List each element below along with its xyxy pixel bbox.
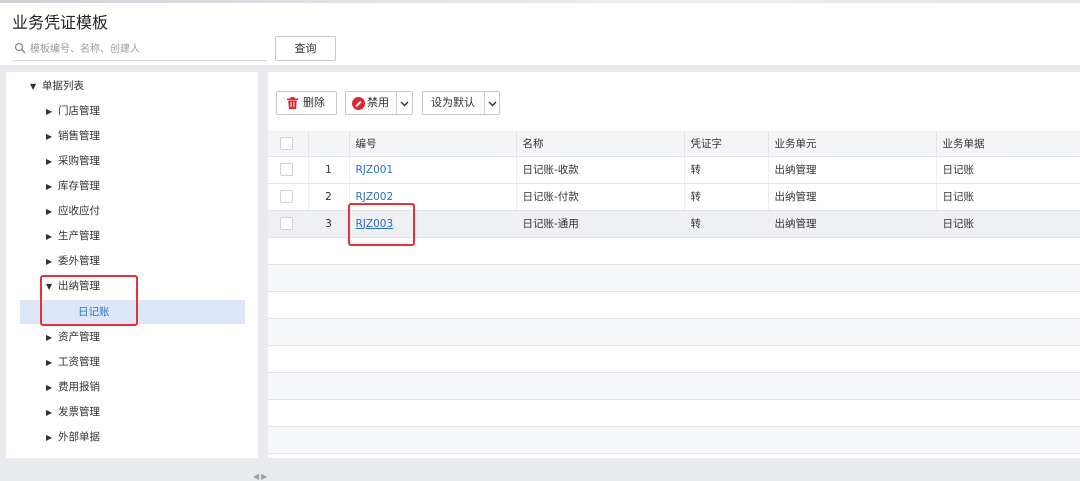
query-button[interactable]: 查询 (275, 36, 336, 61)
voucher-word: 转 (684, 210, 769, 238)
search-icon (14, 42, 26, 54)
row-checkbox[interactable] (280, 163, 293, 176)
empty-row (268, 264, 1080, 292)
select-all-cell[interactable] (268, 131, 309, 157)
tree-item-purchase[interactable]: ▶ 采购管理 (46, 151, 100, 171)
template-name: 日记账-收款 (516, 156, 685, 184)
collapsed-arrow-icon: ▶ (46, 232, 53, 241)
search-box[interactable] (12, 39, 267, 61)
template-code-link[interactable]: RJZ001 (356, 164, 394, 176)
select-all-checkbox[interactable] (280, 136, 293, 150)
template-table: 编号 名称 凭证字 业务单元 业务单据 1 RJZ001 日记账-收款 转 出纳… (268, 131, 1080, 454)
search-input[interactable] (30, 41, 265, 58)
tree-item-receivable[interactable]: ▶ 应收应付 (46, 201, 100, 221)
splitter-arrows-icon[interactable]: ◀▶ (253, 472, 269, 481)
column-header[interactable]: 业务单元 (768, 131, 937, 157)
ban-icon (352, 97, 365, 110)
highlight-box-code (348, 203, 415, 246)
empty-row (268, 318, 1080, 346)
business-doc: 日记账 (936, 183, 1080, 211)
template-code-link[interactable]: RJZ002 (356, 191, 394, 203)
chevron-down-icon[interactable] (400, 99, 409, 108)
main-panel: 删除 禁用 设为默认 编号 名称 凭证字 业务单元 业务单据 1 RJZ001 … (268, 72, 1080, 458)
column-header[interactable]: 凭证字 (684, 131, 769, 157)
collapsed-arrow-icon: ▶ (46, 333, 53, 342)
collapsed-arrow-icon: ▶ (46, 132, 53, 141)
business-doc: 日记账 (936, 210, 1080, 238)
column-header[interactable]: 业务单据 (936, 131, 1080, 157)
empty-row (268, 372, 1080, 400)
collapsed-arrow-icon: ▶ (46, 433, 53, 442)
set-default-button[interactable]: 设为默认 (422, 91, 500, 115)
template-name: 日记账-付款 (516, 183, 685, 211)
row-index: 2 (308, 183, 350, 211)
collapsed-arrow-icon: ▶ (46, 383, 53, 392)
row-checkbox[interactable] (280, 190, 293, 203)
table-row[interactable]: 1 RJZ001 日记账-收款 转 出纳管理 日记账 (268, 156, 1080, 184)
tree-item-production[interactable]: ▶ 生产管理 (46, 226, 100, 246)
delete-button[interactable]: 删除 (276, 91, 337, 115)
column-header[interactable]: 编号 (349, 131, 517, 157)
trash-icon (287, 97, 298, 109)
collapsed-arrow-icon: ▶ (46, 182, 53, 191)
empty-row (268, 426, 1080, 454)
tree-item-external[interactable]: ▶ 外部单据 (46, 427, 100, 447)
business-unit: 出纳管理 (768, 210, 937, 238)
tree-item-expense[interactable]: ▶ 费用报销 (46, 377, 100, 397)
collapsed-arrow-icon: ▶ (46, 207, 53, 216)
template-name: 日记账-通用 (516, 210, 685, 238)
row-checkbox[interactable] (280, 217, 293, 230)
business-unit: 出纳管理 (768, 156, 937, 184)
disable-button[interactable]: 禁用 (345, 91, 413, 115)
tree-item-outsourcing[interactable]: ▶ 委外管理 (46, 251, 100, 271)
page-title: 业务凭证模板 (12, 13, 109, 32)
collapsed-arrow-icon: ▶ (46, 107, 53, 116)
collapsed-arrow-icon: ▶ (46, 157, 53, 166)
tree-root[interactable]: ▼ 单据列表 (30, 76, 84, 96)
row-index: 3 (308, 210, 350, 238)
column-header[interactable]: 名称 (516, 131, 685, 157)
table-header-row: 编号 名称 凭证字 业务单元 业务单据 (268, 131, 1080, 157)
document-tree: ▼ 单据列表 ▶ 门店管理 ▶ 销售管理 ▶ 采购管理 ▶ 库存管理 ▶ 应收应付 ▶ 生产管… (6, 72, 267, 481)
empty-row (268, 345, 1080, 373)
empty-row (268, 291, 1080, 319)
row-index: 1 (308, 156, 350, 184)
tree-item-inventory[interactable]: ▶ 库存管理 (46, 176, 100, 196)
tree-item-assets[interactable]: ▶ 资产管理 (46, 327, 100, 347)
tree-item-payroll[interactable]: ▶ 工资管理 (46, 352, 100, 372)
collapsed-arrow-icon: ▶ (46, 358, 53, 367)
voucher-word: 转 (684, 183, 769, 211)
collapsed-arrow-icon: ▶ (46, 257, 53, 266)
voucher-word: 转 (684, 156, 769, 184)
empty-row (268, 399, 1080, 427)
header: 业务凭证模板 查询 (0, 3, 1080, 65)
expanded-arrow-icon: ▼ (30, 82, 37, 91)
tree-item-store[interactable]: ▶ 门店管理 (46, 101, 100, 121)
business-unit: 出纳管理 (768, 183, 937, 211)
highlight-box-tree (40, 275, 138, 326)
collapsed-arrow-icon: ▶ (46, 408, 53, 417)
chevron-down-icon[interactable] (488, 99, 497, 108)
tree-item-sales[interactable]: ▶ 销售管理 (46, 126, 100, 146)
tree-item-invoice[interactable]: ▶ 发票管理 (46, 402, 100, 422)
index-header (308, 131, 350, 157)
business-doc: 日记账 (936, 156, 1080, 184)
